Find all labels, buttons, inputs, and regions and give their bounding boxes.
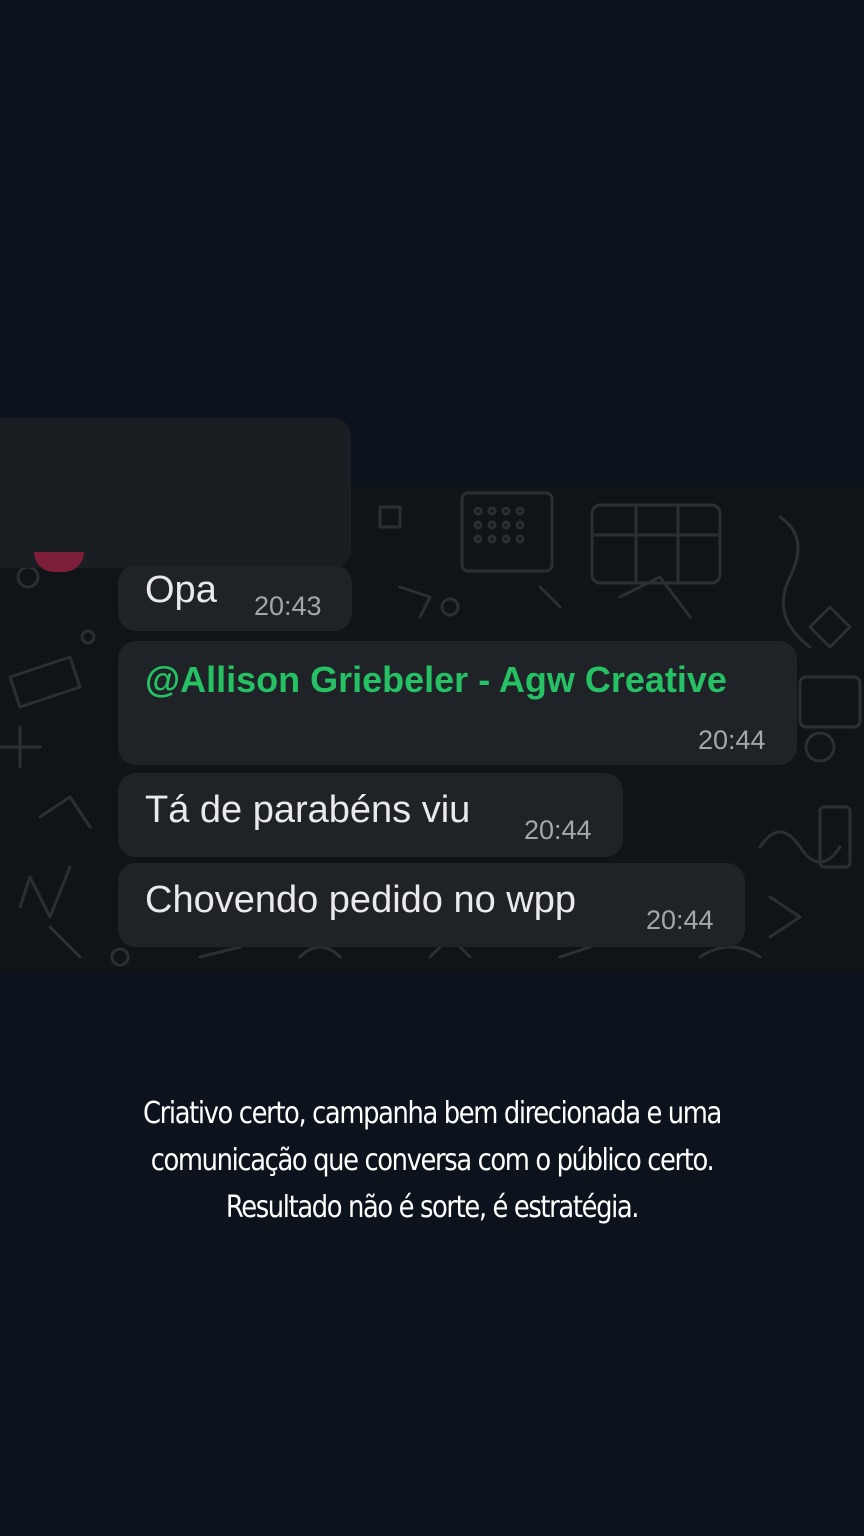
message-text: Opa bbox=[145, 569, 217, 611]
message-bubble-mention[interactable]: @Allison Griebeler - Agw Creative 20:44 bbox=[118, 641, 797, 765]
message-time: 20:44 bbox=[698, 725, 766, 755]
caption-line: Resultado não é sorte, é estratégia. bbox=[225, 1190, 640, 1225]
post-caption: Criativo certo, campanha bem direcionada… bbox=[60, 1090, 803, 1231]
redacted-header-card bbox=[0, 418, 351, 568]
message-text: Chovendo pedido no wpp bbox=[145, 879, 577, 921]
message-time: 20:44 bbox=[524, 815, 592, 845]
message-bubble[interactable]: Opa 20:43 bbox=[118, 565, 352, 631]
message-bubble[interactable]: Tá de parabéns viu 20:44 bbox=[118, 773, 623, 857]
message-time: 20:44 bbox=[646, 905, 714, 935]
message-text: Tá de parabéns viu bbox=[145, 789, 471, 831]
mention-link[interactable]: @Allison Griebeler - Agw Creative bbox=[145, 659, 727, 701]
caption-line: comunicação que conversa com o público c… bbox=[150, 1143, 715, 1178]
message-bubble[interactable]: Chovendo pedido no wpp 20:44 bbox=[118, 863, 745, 947]
caption-line: Criativo certo, campanha bem direcionada… bbox=[143, 1096, 722, 1131]
message-time: 20:43 bbox=[254, 591, 322, 621]
